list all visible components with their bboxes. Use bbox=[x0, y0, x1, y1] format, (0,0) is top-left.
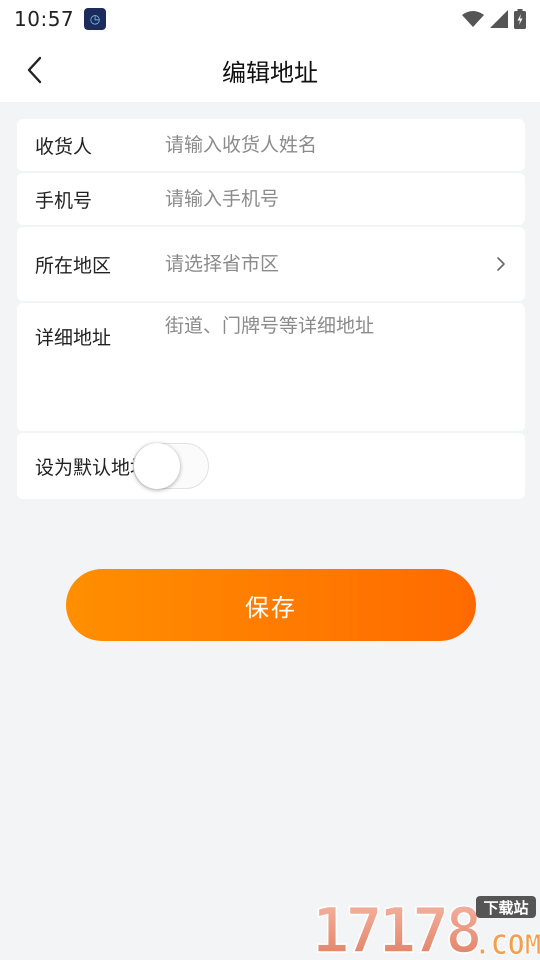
wifi-icon bbox=[462, 11, 484, 27]
region-selector[interactable]: 所在地区 bbox=[17, 227, 525, 301]
receiver-name-input[interactable] bbox=[165, 134, 507, 156]
battery-charging-icon bbox=[514, 9, 526, 29]
site-watermark-logo: 17178 下载站 .COM bbox=[312, 893, 540, 960]
detail-address-input[interactable] bbox=[165, 313, 507, 403]
status-indicators bbox=[462, 9, 526, 29]
app-notification-icon: ◷ bbox=[84, 8, 107, 30]
status-time: 10:57 bbox=[14, 7, 75, 31]
detail-address-label: 详细地址 bbox=[35, 327, 112, 349]
receiver-row: 收货人 bbox=[17, 119, 525, 171]
status-bar: 10:57 ◷ bbox=[0, 0, 540, 38]
detail-address-row: 详细地址 bbox=[17, 303, 525, 431]
cellular-signal-icon bbox=[490, 10, 508, 28]
region-select-field[interactable] bbox=[165, 253, 507, 275]
watermark-number: 17178 bbox=[312, 894, 479, 960]
toggle-knob bbox=[134, 443, 180, 489]
address-form: 收货人 手机号 所在地区 详细地址 设为默认地址 bbox=[17, 119, 525, 501]
watermark-domain: .COM bbox=[474, 928, 540, 960]
navigation-bar: 编辑地址 bbox=[0, 38, 540, 102]
phone-input[interactable] bbox=[165, 188, 507, 210]
region-label: 所在地区 bbox=[35, 254, 112, 277]
save-button[interactable]: 保存 bbox=[66, 569, 476, 641]
default-address-row: 设为默认地址 bbox=[17, 433, 525, 499]
watermark-tag: 下载站 bbox=[483, 899, 528, 917]
back-button[interactable] bbox=[14, 48, 54, 92]
receiver-label: 收货人 bbox=[35, 135, 93, 158]
page-title: 编辑地址 bbox=[222, 58, 318, 87]
phone-label: 手机号 bbox=[35, 189, 93, 212]
chevron-right-icon bbox=[497, 257, 505, 271]
edit-address-screen: 10:57 ◷ 编辑地址 收货人 请输入收货人姓名 手机号 请输入手机号 所在地… bbox=[0, 0, 540, 960]
chevron-left-icon bbox=[27, 56, 42, 84]
default-address-toggle[interactable] bbox=[133, 443, 209, 489]
phone-row: 手机号 bbox=[17, 173, 525, 225]
